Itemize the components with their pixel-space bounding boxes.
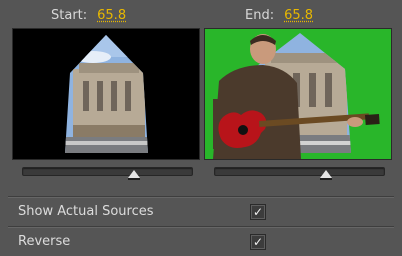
end-slider-track[interactable] bbox=[214, 167, 385, 180]
end-preview-thumbnail bbox=[204, 28, 392, 160]
start-label: Start: bbox=[51, 8, 88, 23]
reverse-checkbox[interactable]: ✓ bbox=[250, 234, 266, 250]
start-value[interactable]: 65.8 bbox=[97, 8, 126, 23]
start-header: Start: 65.8 bbox=[51, 8, 126, 26]
option-row-reverse: Reverse ✓ bbox=[8, 228, 394, 256]
end-header: End: 65.8 bbox=[245, 8, 313, 26]
start-preview-thumbnail bbox=[12, 28, 200, 160]
option-row-show-actual-sources: Show Actual Sources ✓ bbox=[8, 198, 394, 226]
show-actual-sources-label: Show Actual Sources bbox=[18, 204, 154, 219]
start-slider-handle[interactable] bbox=[128, 170, 141, 180]
reverse-label: Reverse bbox=[18, 234, 71, 249]
end-slider-handle[interactable] bbox=[320, 170, 333, 180]
transition-settings-panel: Start: 65.8 End: 65.8 Show Actual Source… bbox=[0, 0, 402, 256]
start-slider-track[interactable] bbox=[22, 167, 193, 180]
end-label: End: bbox=[245, 8, 275, 23]
show-actual-sources-checkbox[interactable]: ✓ bbox=[250, 204, 266, 220]
end-value[interactable]: 65.8 bbox=[284, 8, 313, 23]
